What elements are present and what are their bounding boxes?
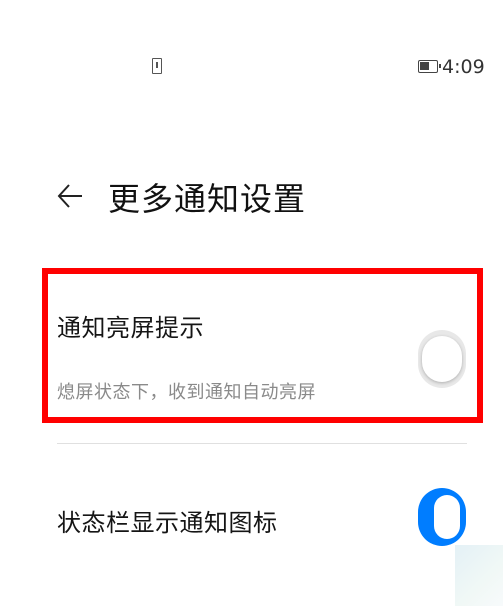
battery-icon — [418, 60, 441, 73]
status-time: 4:09 — [442, 56, 485, 78]
setting-row-status-bar-icons[interactable]: 状态栏显示通知图标 — [0, 470, 503, 570]
setting-title: 通知亮屏提示 — [57, 314, 204, 342]
status-bar: 4:09 — [0, 0, 503, 110]
setting-row-notification-wake-screen[interactable]: 通知亮屏提示 熄屏状态下，收到通知自动亮屏 — [0, 268, 503, 426]
page-header: 更多通知设置 — [0, 160, 503, 230]
toggle-knob — [422, 336, 462, 382]
status-bar-icons-toggle[interactable] — [418, 488, 466, 546]
toggle-knob — [434, 495, 460, 539]
setting-subtitle: 熄屏状态下，收到通知自动亮屏 — [57, 382, 316, 403]
divider — [57, 443, 467, 444]
sim-card-alert-icon — [152, 58, 162, 74]
corner-watermark — [455, 545, 503, 606]
notification-wake-screen-toggle[interactable] — [418, 330, 466, 388]
page-title: 更多通知设置 — [108, 180, 307, 218]
setting-title: 状态栏显示通知图标 — [57, 509, 278, 537]
back-arrow-icon[interactable] — [56, 182, 84, 210]
